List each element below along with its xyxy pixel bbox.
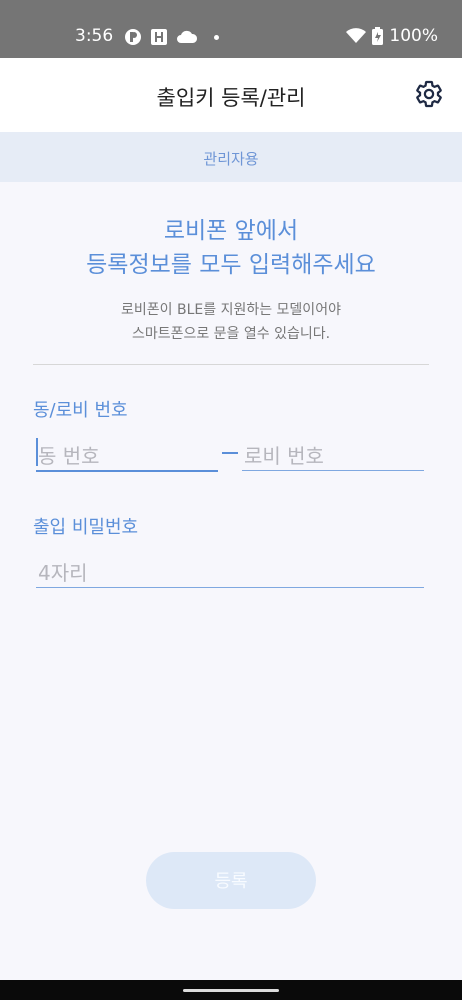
subtext-line-1: 로비폰이 BLE를 지원하는 모델이어야	[121, 302, 341, 318]
headline-line-2: 등록정보를 모두 입력해주세요	[86, 252, 376, 278]
sim-notification-icon	[151, 29, 167, 45]
battery-percent: 100%	[389, 26, 438, 46]
dong-lobby-separator	[222, 452, 238, 454]
status-bar: 3:56 100%	[0, 0, 462, 58]
password-input[interactable]: 4자리	[36, 553, 424, 588]
headline-line-1: 로비폰 앞에서	[163, 218, 299, 244]
dong-number-placeholder: 동 번호	[38, 444, 100, 468]
navigation-bar	[0, 980, 462, 1000]
status-system-icons: 100%	[346, 26, 438, 46]
battery-icon	[372, 27, 384, 45]
page-title: 출입키 등록/관리	[156, 86, 306, 110]
app-bar: 출입키 등록/관리	[0, 58, 462, 132]
settings-gear-icon[interactable]	[414, 79, 444, 109]
admin-banner-label: 관리자용	[203, 150, 259, 168]
home-gesture-handle[interactable]	[183, 989, 279, 992]
password-label: 출입 비밀번호	[33, 517, 139, 538]
wifi-icon	[346, 28, 367, 43]
admin-banner: 관리자용	[0, 132, 462, 182]
more-notifications-dot	[214, 34, 219, 40]
dong-lobby-label: 동/로비 번호	[33, 400, 128, 421]
register-button-label: 등록	[214, 871, 248, 891]
cloud-notification-icon	[177, 30, 198, 43]
subtext-line-2: 스마트폰으로 문을 열수 있습니다.	[131, 326, 331, 342]
instruction-headline: 로비폰 앞에서 등록정보를 모두 입력해주세요	[0, 214, 462, 282]
instruction-subtext: 로비폰이 BLE를 지원하는 모델이어야 스마트폰으로 문을 열수 있습니다.	[0, 298, 462, 346]
status-notification-icons	[124, 28, 219, 46]
lobby-number-placeholder: 로비 번호	[244, 444, 324, 468]
app-notification-icon	[125, 29, 141, 45]
status-time: 3:56	[75, 26, 114, 46]
dong-number-input[interactable]: 동 번호	[36, 436, 218, 472]
lobby-number-input[interactable]: 로비 번호	[242, 436, 424, 471]
section-divider	[33, 364, 429, 365]
password-placeholder: 4자리	[38, 561, 88, 585]
register-button[interactable]: 등록	[146, 852, 316, 909]
